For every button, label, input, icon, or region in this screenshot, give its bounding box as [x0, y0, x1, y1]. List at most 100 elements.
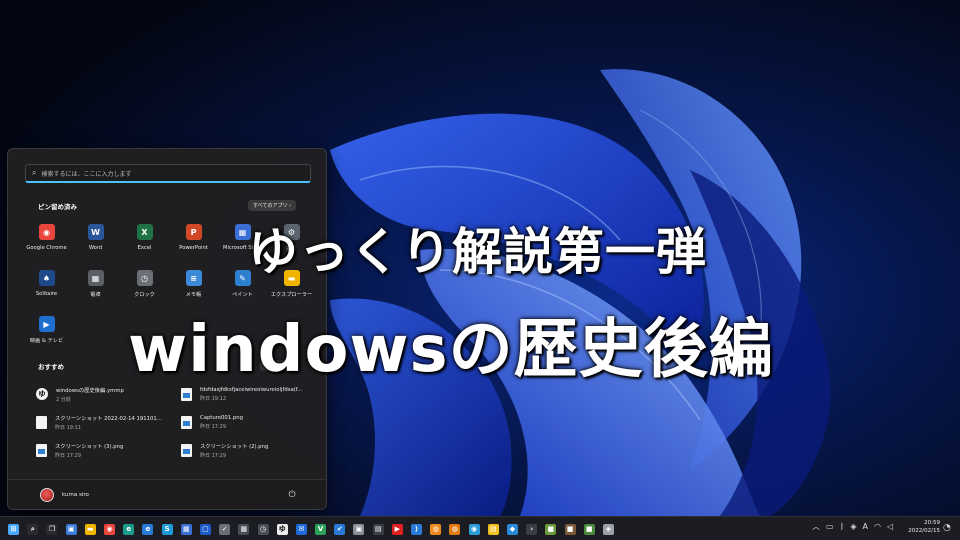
chrome-icon: ◉: [38, 224, 55, 240]
taskbar-button[interactable]: ▦: [177, 520, 196, 538]
pinned-app-label: Solitaire: [35, 291, 58, 297]
image-file-icon: [181, 415, 192, 429]
taskbar-button[interactable]: ✓: [215, 520, 234, 538]
recommended-item-name: スクリーンショット (3).png: [55, 443, 124, 450]
recommended-item-name: スクリーンショット (2).png: [200, 443, 269, 450]
yukkuri-movie-maker-icon: ゆ: [276, 523, 288, 535]
power-button[interactable]: ⏻: [285, 488, 299, 502]
pinned-app[interactable]: P PowerPoint: [169, 222, 218, 258]
taskbar-button[interactable]: ✉: [292, 520, 311, 538]
taskbar-button[interactable]: ✔: [330, 520, 349, 538]
clock-date: 2022/02/15: [908, 528, 940, 534]
bluetooth-icon[interactable]: ᛒ: [840, 522, 845, 531]
pinned-app[interactable]: ♠ Solitaire: [22, 268, 71, 304]
taskbar-button[interactable]: ⌕: [23, 520, 42, 538]
recommended-item[interactable]: スクリーンショット 2022-02-14 191101... 昨日 19:11: [36, 411, 181, 433]
taskbar-button[interactable]: ■: [560, 520, 579, 538]
taskbar-button[interactable]: ▣: [62, 520, 81, 538]
pinned-app-label: メモ帳: [185, 292, 202, 298]
solitaire-icon: ♠: [38, 270, 55, 286]
clock[interactable]: 20:59 2022/02/15: [900, 520, 940, 534]
widgets-icon: ▣: [65, 523, 77, 535]
recommended-list: ゆ windowsの歴史後編.ymmp 2 分前 fdsfdasjfdksfjacei…: [36, 383, 316, 461]
taskbar-button[interactable]: ◆: [503, 520, 522, 538]
excel-icon: X: [136, 224, 153, 240]
recommended-item-name: windowsの歴史後編.ymmp: [56, 387, 124, 394]
powerpoint-icon: P: [185, 224, 202, 240]
taskbar-button[interactable]: ▦: [234, 520, 253, 538]
pinned-app[interactable]: ▶ 映画 & テレビ: [22, 314, 71, 350]
shield-icon: ◈: [602, 523, 614, 535]
paint3d-icon: ◆: [506, 523, 518, 535]
taskbar-button[interactable]: e: [138, 520, 157, 538]
window-icon: ▢: [199, 523, 211, 535]
wifi-icon[interactable]: ◠: [874, 522, 881, 531]
taskbar-button[interactable]: ◉: [465, 520, 484, 538]
system-tray: ︿ ▭ ᛒ ◈ A ◠ ◁: [812, 521, 893, 532]
taskbar-button[interactable]: ⟩: [407, 520, 426, 538]
taskbar-button[interactable]: ▤: [484, 520, 503, 538]
taskbar-button[interactable]: ◉: [100, 520, 119, 538]
minecraft-edu-icon: ■: [583, 523, 595, 535]
taskbar-button[interactable]: ■: [580, 520, 599, 538]
pinned-app[interactable]: ▦ 電卓: [71, 268, 120, 304]
recommended-item[interactable]: スクリーンショット (3).png 昨日 17:29: [36, 439, 181, 461]
security-icon[interactable]: ◈: [850, 522, 856, 531]
recommended-title: おすすめ: [38, 363, 64, 371]
taskbar-button[interactable]: e: [119, 520, 138, 538]
monitor-icon[interactable]: ▭: [826, 522, 834, 531]
pinned-app[interactable]: ◉ Google Chrome: [22, 222, 71, 258]
taskbar-button[interactable]: ▢: [196, 520, 215, 538]
user-name[interactable]: kuma siro: [62, 492, 89, 498]
notification-icon[interactable]: ◔: [943, 523, 951, 533]
chrome-icon: ◉: [104, 523, 116, 535]
taskbar-button[interactable]: ▬: [81, 520, 100, 538]
taskbar-button[interactable]: ›: [522, 520, 541, 538]
all-apps-button[interactable]: すべてのアプリ ›: [248, 200, 297, 211]
calculator-icon: ▦: [87, 270, 104, 286]
taskbar-button[interactable]: ▤: [369, 520, 388, 538]
recommended-item-name: Capture001.png: [200, 414, 243, 421]
taskbar-button[interactable]: ◈: [599, 520, 618, 538]
recommended-item-text: windowsの歴史後編.ymmp 2 分前: [56, 386, 124, 403]
taskbar-button[interactable]: ゆ: [273, 520, 292, 538]
pinned-app-label: 映画 & テレビ: [29, 338, 64, 344]
check-app-icon: ✓: [219, 523, 231, 535]
sticky-notes-icon: ▤: [487, 523, 499, 535]
volume-icon[interactable]: ◁: [887, 522, 893, 531]
taskbar-button[interactable]: ⊞: [4, 520, 23, 538]
pinned-app[interactable]: W Word: [71, 222, 120, 258]
taskbar-button[interactable]: S: [158, 520, 177, 538]
pinned-app[interactable]: X Excel: [120, 222, 169, 258]
search-input[interactable]: ⌕ 検索するには、ここに入力します: [25, 164, 311, 183]
recommended-item[interactable]: Capture001.png 昨日 17:29: [181, 411, 316, 433]
taskbar-button[interactable]: ■: [541, 520, 560, 538]
chevron-up-icon[interactable]: ︿: [812, 521, 820, 532]
start-icon: ⊞: [8, 523, 20, 535]
photos-icon: ▦: [180, 523, 192, 535]
pinned-app-label: エクスプローラー: [270, 292, 313, 298]
ime-indicator[interactable]: A: [863, 522, 868, 531]
image-file-icon: [36, 443, 47, 457]
power-icon: ⏻: [288, 490, 296, 500]
taskbar-button[interactable]: ❐: [42, 520, 61, 538]
avatar[interactable]: [40, 488, 54, 502]
taskbar: ⊞ ⌕ ❐ ▣ ▬ ◉ e e S ▦ ▢ ✓ ▦ ◷ ゆ ✉ V ✔ ▣ ▤ ▶ ⟩ ◍ ◍ ◉ ▤ ◆ › ■ ■ ■ ◈ ︿ ▭ ᛒ ◈…: [0, 516, 960, 540]
pinned-app-label: ペイント: [232, 292, 253, 298]
taskbar-button[interactable]: ◷: [253, 520, 272, 538]
taskbar-button[interactable]: ◍: [445, 520, 464, 538]
taskbar-button[interactable]: ▣: [349, 520, 368, 538]
search-placeholder: 検索するには、ここに入力します: [41, 170, 132, 178]
video-title-line-2: windowsの歴史後編: [128, 313, 774, 387]
taskbar-button[interactable]: V: [311, 520, 330, 538]
todo-icon: ✔: [334, 523, 346, 535]
pinned-app-label: Word: [88, 245, 103, 251]
taskbar-button[interactable]: ◍: [426, 520, 445, 538]
taskbar-button[interactable]: ▶: [388, 520, 407, 538]
minecraft-dungeons-icon: ■: [564, 523, 576, 535]
pinned-app-label: クロック: [134, 292, 155, 298]
image-thumbnail-icon: [38, 448, 45, 454]
blank-file-icon: [36, 415, 47, 429]
recommended-item[interactable]: スクリーンショット (2).png 昨日 17:29: [181, 439, 316, 461]
recommended-item-time: 昨日 17:29: [200, 452, 226, 459]
